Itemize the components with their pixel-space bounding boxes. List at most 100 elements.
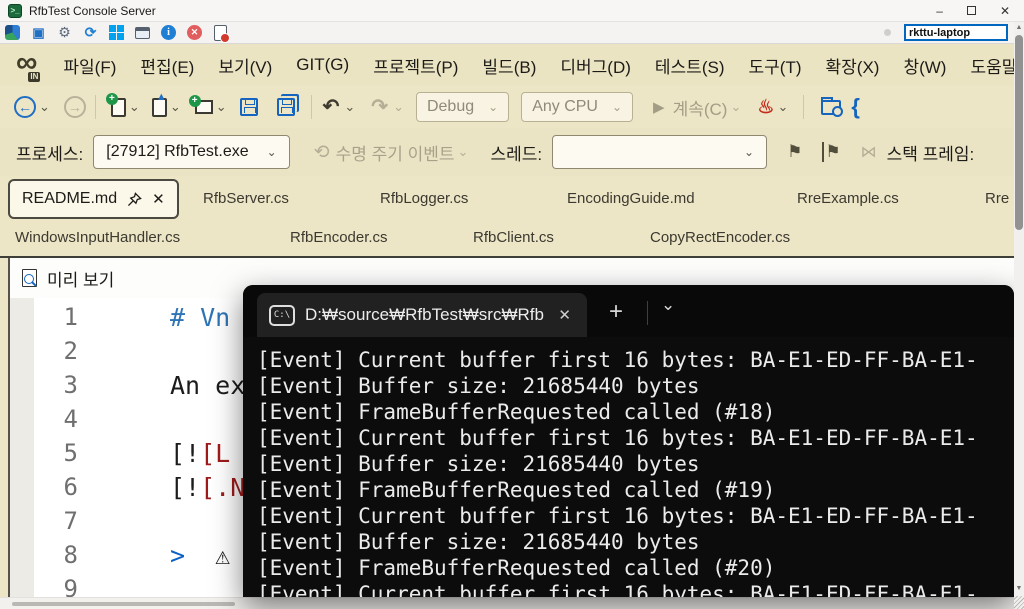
terminal-line: [Event] Current buffer first 16 bytes: B… bbox=[257, 348, 978, 372]
document-tab[interactable]: RreExample.cs bbox=[797, 176, 899, 222]
navigate-forward-icon: → bbox=[63, 96, 86, 118]
continue-button[interactable]: 계속(C) bbox=[673, 95, 728, 120]
preview-icon[interactable] bbox=[22, 269, 37, 287]
process-label: 프로세스: bbox=[16, 144, 84, 164]
menu-item[interactable]: 도구(T) bbox=[737, 47, 814, 84]
scroll-down-icon[interactable]: ▼ bbox=[1014, 583, 1024, 595]
outer-vertical-scrollbar[interactable]: ▲ ▼ bbox=[1014, 22, 1024, 609]
new-file-chevron-icon[interactable]: ⌄ bbox=[129, 100, 140, 113]
menu-item[interactable]: 테스트(S) bbox=[643, 47, 737, 84]
terminal-line: [Event] Current buffer first 16 bytes: B… bbox=[257, 582, 978, 597]
menu-item[interactable]: GIT(G) bbox=[284, 49, 361, 81]
screen-capture-icon[interactable]: ▣ bbox=[30, 24, 47, 41]
refresh-icon[interactable]: ⟳ bbox=[82, 24, 99, 41]
windows-logo-icon[interactable] bbox=[108, 24, 125, 41]
terminal-output[interactable]: [Event] Current buffer first 16 bytes: B… bbox=[243, 337, 1014, 597]
save-all-icon[interactable] bbox=[276, 98, 295, 116]
scrollbar-thumb[interactable] bbox=[1015, 35, 1023, 230]
menu-item[interactable]: 확장(X) bbox=[814, 47, 892, 84]
terminal-tab-title: D:₩source₩RfbTest₩src₩Rfb1 bbox=[305, 305, 545, 324]
menu-item[interactable]: 파일(F) bbox=[51, 47, 128, 84]
open-file-icon[interactable]: ▲ bbox=[151, 91, 167, 117]
add-item-chevron-icon[interactable]: ⌄ bbox=[216, 100, 227, 113]
menu-item[interactable]: 빌드(B) bbox=[470, 47, 548, 84]
partial-toolbar-icon: { bbox=[851, 94, 860, 119]
save-icon[interactable] bbox=[239, 98, 258, 116]
visual-studio-logo-icon: ∞ IN bbox=[16, 46, 41, 82]
undo-chevron-icon[interactable]: ⌄ bbox=[344, 100, 355, 113]
redo-chevron-icon: ⌄ bbox=[393, 99, 404, 114]
hot-reload-icon[interactable]: ♨ bbox=[757, 96, 774, 119]
editor-glyph-margin bbox=[10, 298, 34, 597]
document-tab[interactable]: RfbLogger.cs bbox=[380, 176, 468, 222]
vs-debug-location-bar: 프로세스: [27912] RfbTest.exe ⌄ ⟲ 수명 주기 이벤트 … bbox=[0, 128, 1014, 176]
lifecycle-chevron-icon: ⌄ bbox=[457, 144, 469, 159]
solution-config-combo[interactable]: Debug ⌄ bbox=[415, 92, 510, 122]
scrollbar-thumb[interactable] bbox=[12, 602, 235, 606]
disconnect-icon[interactable]: ✕ bbox=[186, 24, 203, 41]
thread-label: 스레드: bbox=[490, 144, 543, 164]
add-item-icon[interactable]: + bbox=[188, 95, 213, 114]
document-tab[interactable]: Rre bbox=[985, 176, 1009, 222]
tab-row1-others: RfbServer.cs RfbLogger.cs EncodingGuide.md… bbox=[0, 176, 1014, 222]
document-tab[interactable]: WindowsInputHandler.cs bbox=[15, 222, 180, 254]
file-alert-icon[interactable] bbox=[212, 24, 230, 43]
console-window-icon[interactable] bbox=[134, 24, 151, 41]
thread-combo[interactable]: ⌄ bbox=[552, 135, 768, 169]
flag-icon[interactable]: ⚑ bbox=[787, 142, 802, 162]
menu-item[interactable]: 도움말(H) bbox=[958, 47, 1014, 84]
continue-play-icon[interactable]: ▶ bbox=[653, 98, 665, 116]
line-number: 6 bbox=[63, 473, 78, 501]
hot-reload-chevron-icon[interactable]: ⌄ bbox=[777, 100, 788, 113]
menu-item[interactable]: 편집(E) bbox=[128, 47, 206, 84]
minimize-button[interactable]: – bbox=[936, 4, 943, 18]
document-tab[interactable]: RfbEncoder.cs bbox=[290, 222, 388, 254]
navigate-back-icon[interactable]: ← bbox=[14, 96, 36, 118]
terminal-line: [Event] Current buffer first 16 bytes: B… bbox=[257, 504, 978, 528]
line-number: 1 bbox=[63, 303, 78, 331]
preview-label[interactable]: 미리 보기 bbox=[47, 266, 114, 291]
terminal-line: [Event] Buffer size: 21685440 bytes bbox=[257, 452, 700, 476]
open-file-chevron-icon[interactable]: ⌄ bbox=[170, 100, 181, 113]
window-title: RfbTest Console Server bbox=[29, 3, 156, 18]
undo-icon[interactable]: ↶ bbox=[323, 97, 340, 117]
vnc-logo-icon[interactable] bbox=[4, 24, 21, 41]
close-button[interactable]: ✕ bbox=[1000, 4, 1010, 18]
continue-chevron-icon[interactable]: ⌄ bbox=[730, 100, 741, 113]
code-text: [![.N bbox=[170, 472, 246, 502]
maximize-button[interactable] bbox=[966, 6, 976, 15]
outer-title-bar: >_ RfbTest Console Server – ✕ bbox=[0, 0, 1024, 22]
lifecycle-events-icon: ⟲ bbox=[313, 141, 330, 163]
document-tab[interactable]: EncodingGuide.md bbox=[567, 176, 695, 222]
menu-item[interactable]: 프로젝트(P) bbox=[361, 47, 470, 84]
resize-grip[interactable] bbox=[1014, 596, 1024, 609]
back-dropdown-chevron-icon[interactable]: ⌄ bbox=[39, 100, 50, 113]
document-tab[interactable]: RfbClient.cs bbox=[473, 222, 554, 254]
document-tab[interactable]: RfbServer.cs bbox=[203, 176, 289, 222]
line-number: 7 bbox=[63, 507, 78, 535]
solution-platform-combo[interactable]: Any CPU ⌄ bbox=[521, 92, 634, 122]
settings-gear-icon[interactable]: ⚙ bbox=[56, 24, 73, 41]
flag-pole-icon[interactable]: ⚑ bbox=[822, 142, 841, 162]
menu-item[interactable]: 창(W) bbox=[891, 47, 958, 84]
process-combo[interactable]: [27912] RfbTest.exe ⌄ bbox=[93, 135, 290, 169]
editor-left-margin bbox=[0, 258, 8, 609]
menu-item[interactable]: 보기(V) bbox=[206, 47, 284, 84]
new-file-icon[interactable]: + bbox=[105, 92, 126, 117]
info-icon[interactable]: i bbox=[160, 24, 177, 41]
host-input[interactable] bbox=[904, 24, 1008, 41]
document-tab[interactable]: CopyRectEncoder.cs bbox=[650, 222, 790, 254]
terminal-menu-chevron-icon[interactable]: ⌄ bbox=[661, 295, 675, 315]
code-text: [![L bbox=[170, 438, 231, 468]
menu-item[interactable]: 디버그(D) bbox=[548, 47, 643, 84]
search-solution-icon[interactable] bbox=[821, 96, 844, 117]
scroll-up-icon[interactable]: ▲ bbox=[1014, 22, 1024, 34]
terminal-window: C:\ D:₩source₩RfbTest₩src₩Rfb1 ✕ + ⌄ [Ev… bbox=[243, 285, 1014, 597]
vs-menu-bar-items: 파일(F) 편집(E) 보기(V) GIT(G) 프로젝트(P) 빌드(B) 디버그(D) 테… bbox=[51, 47, 1014, 84]
editor-horizontal-scrollbar[interactable] bbox=[0, 597, 1014, 609]
new-terminal-tab-button[interactable]: + bbox=[609, 297, 623, 327]
terminal-tab[interactable]: C:\ D:₩source₩RfbTest₩src₩Rfb1 ✕ bbox=[257, 293, 587, 337]
close-terminal-tab-icon[interactable]: ✕ bbox=[554, 304, 575, 326]
document-tab-row-2: WindowsInputHandler.cs RfbEncoder.cs RfbCl… bbox=[0, 222, 1014, 256]
cmd-icon: C:\ bbox=[269, 304, 295, 326]
